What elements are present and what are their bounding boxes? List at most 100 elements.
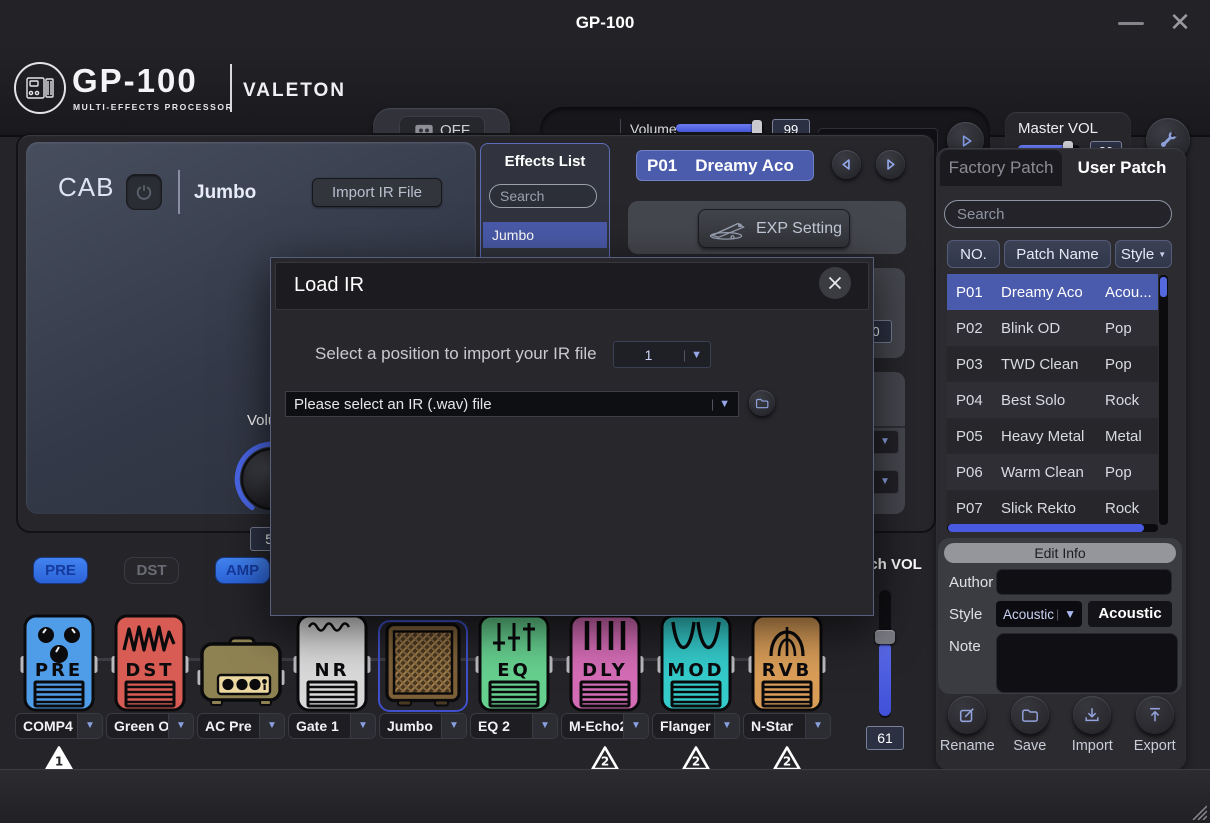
group-button-amp[interactable]: AMP bbox=[215, 557, 270, 584]
chevron-down-icon[interactable]: ▼ bbox=[623, 714, 648, 738]
resize-grip-icon[interactable] bbox=[1187, 800, 1207, 820]
patch-row[interactable]: P01Dreamy AcoAcou... bbox=[947, 274, 1158, 310]
pedal-pre[interactable]: PRE bbox=[15, 612, 103, 712]
edit-actions: RenameSaveImportExport bbox=[936, 696, 1186, 754]
chevron-down-icon[interactable]: ▼ bbox=[714, 714, 739, 738]
effects-list-items: Jumbo bbox=[483, 222, 607, 248]
folder-icon bbox=[1021, 707, 1039, 723]
patch-row[interactable]: P07Slick RektoRock bbox=[947, 490, 1158, 526]
chevron-down-icon[interactable]: ▼ bbox=[871, 470, 899, 494]
vertical-scrollbar[interactable] bbox=[1159, 275, 1168, 525]
patch-style: Pop bbox=[1105, 320, 1158, 337]
svg-text:2: 2 bbox=[692, 755, 700, 769]
patch-no: P05 bbox=[947, 428, 1001, 445]
patch-row[interactable]: P06Warm CleanPop bbox=[947, 454, 1158, 490]
pedal-model-value: Green OD bbox=[107, 714, 168, 738]
author-input[interactable] bbox=[996, 569, 1172, 595]
patch-volume-thumb[interactable] bbox=[875, 630, 895, 644]
note-textarea[interactable] bbox=[996, 633, 1178, 693]
patch-no: P03 bbox=[947, 356, 1001, 373]
action-label: Export bbox=[1134, 738, 1176, 754]
pedal-mod[interactable]: MOD bbox=[652, 612, 740, 712]
cab-power-button[interactable] bbox=[126, 174, 162, 210]
tab-user-patch[interactable]: User Patch bbox=[1062, 150, 1182, 186]
pedal-model-value: EQ 2 bbox=[471, 714, 532, 738]
effects-search-input[interactable] bbox=[489, 184, 597, 208]
patch-no: P02 bbox=[947, 320, 1001, 337]
group-button-pre[interactable]: PRE bbox=[33, 557, 88, 584]
patch-style: Rock bbox=[1105, 392, 1158, 409]
patch-rows: P01Dreamy AcoAcou...P02Blink ODPopP03TWD… bbox=[947, 274, 1158, 526]
tab-factory-patch[interactable]: Factory Patch bbox=[940, 150, 1062, 186]
pedal-model-select[interactable]: COMP4▼ bbox=[15, 713, 103, 739]
pedal-model-select[interactable]: Green OD▼ bbox=[106, 713, 194, 739]
pedal-graphic-rvb: RVB bbox=[748, 614, 826, 712]
patch-row[interactable]: P03TWD CleanPop bbox=[947, 346, 1158, 382]
import-button[interactable] bbox=[1073, 696, 1111, 734]
modal-close-button[interactable] bbox=[819, 267, 851, 299]
chevron-down-icon[interactable]: ▼ bbox=[871, 430, 899, 454]
pedal-amp[interactable] bbox=[197, 612, 285, 712]
pedal-model-select[interactable]: AC Pre▼ bbox=[197, 713, 285, 739]
pedal-slot-flanger: MOD Flanger▼ 2 bbox=[652, 612, 740, 782]
pedal-cab[interactable] bbox=[379, 612, 467, 712]
pedal-model-select[interactable]: Flanger▼ bbox=[652, 713, 740, 739]
pedal-dst[interactable]: DST bbox=[106, 612, 194, 712]
dropdown-separator: | bbox=[683, 348, 686, 362]
browse-file-button[interactable] bbox=[749, 390, 775, 416]
window-titlebar: GP-100 ✕ bbox=[0, 0, 1210, 46]
column-header-name[interactable]: Patch Name bbox=[1004, 240, 1111, 268]
pedal-graphic-eq: EQ bbox=[475, 614, 553, 712]
chevron-down-icon[interactable]: ▼ bbox=[350, 714, 375, 738]
export-button[interactable] bbox=[1136, 696, 1174, 734]
patch-style: Acou... bbox=[1105, 284, 1158, 301]
modal-header: Load IR bbox=[275, 262, 869, 310]
ir-position-select[interactable]: 1 | ▼ bbox=[613, 341, 711, 368]
ir-file-select[interactable]: Please select an IR (.wav) file | ▼ bbox=[285, 391, 739, 417]
exp-setting-button[interactable]: EXP Setting bbox=[698, 209, 850, 248]
pedal-eq[interactable]: EQ bbox=[470, 612, 558, 712]
import-ir-file-button[interactable]: Import IR File bbox=[312, 178, 442, 207]
pedal-model-select[interactable]: M-Echo2▼ bbox=[561, 713, 649, 739]
drum-volume-slider[interactable] bbox=[676, 124, 764, 132]
app-header: GP-100 MULTI-EFFECTS PROCESSOR VALETON O… bbox=[0, 46, 1210, 137]
brand-subtitle: MULTI-EFFECTS PROCESSOR bbox=[73, 102, 233, 112]
chevron-down-icon[interactable]: ▼ bbox=[532, 714, 557, 738]
modal-title: Load IR bbox=[294, 274, 364, 297]
patch-search-input[interactable] bbox=[944, 200, 1172, 228]
exp-setting-label: EXP Setting bbox=[756, 220, 842, 238]
patch-row[interactable]: P05Heavy MetalMetal bbox=[947, 418, 1158, 454]
current-patch-display[interactable]: P01 Dreamy Aco bbox=[636, 150, 814, 181]
expression-pedal-icon bbox=[706, 218, 748, 240]
chevron-down-icon[interactable]: ▼ bbox=[259, 714, 284, 738]
previous-patch-button[interactable] bbox=[832, 150, 861, 179]
chevron-down-icon[interactable]: ▼ bbox=[77, 714, 102, 738]
pedal-nr[interactable]: NR bbox=[288, 612, 376, 712]
save-button[interactable] bbox=[1011, 696, 1049, 734]
pedal-model-select[interactable]: Jumbo▼ bbox=[379, 713, 467, 739]
pedal-model-value: Flanger bbox=[653, 714, 714, 738]
style-select[interactable]: Acoustic | ▼ bbox=[996, 601, 1082, 627]
pedal-model-select[interactable]: Gate 1▼ bbox=[288, 713, 376, 739]
minimize-icon[interactable] bbox=[1118, 22, 1144, 25]
column-header-no[interactable]: NO. bbox=[947, 240, 1000, 268]
exp-panel: EXP Setting bbox=[628, 201, 906, 254]
chevron-down-icon[interactable]: ▼ bbox=[441, 714, 466, 738]
cab-divider bbox=[178, 170, 180, 214]
close-icon[interactable]: ✕ bbox=[1164, 6, 1196, 38]
group-button-dst[interactable]: DST bbox=[124, 557, 179, 584]
patch-row[interactable]: P02Blink ODPop bbox=[947, 310, 1158, 346]
rename-button[interactable] bbox=[948, 696, 986, 734]
next-patch-button[interactable] bbox=[876, 150, 905, 179]
chevron-down-icon[interactable]: ▼ bbox=[168, 714, 193, 738]
pedal-model-select[interactable]: N-Star▼ bbox=[743, 713, 831, 739]
svg-text:DLY: DLY bbox=[582, 660, 628, 681]
horizontal-scrollbar[interactable] bbox=[947, 524, 1158, 532]
chevron-down-icon[interactable]: ▼ bbox=[805, 714, 830, 738]
pedal-rvb[interactable]: RVB bbox=[743, 612, 831, 712]
pedal-model-select[interactable]: EQ 2▼ bbox=[470, 713, 558, 739]
pedal-dly[interactable]: DLY bbox=[561, 612, 649, 712]
patch-row[interactable]: P04Best SoloRock bbox=[947, 382, 1158, 418]
effects-list-item[interactable]: Jumbo bbox=[483, 222, 607, 248]
column-header-style[interactable]: Style▼ bbox=[1115, 240, 1172, 268]
